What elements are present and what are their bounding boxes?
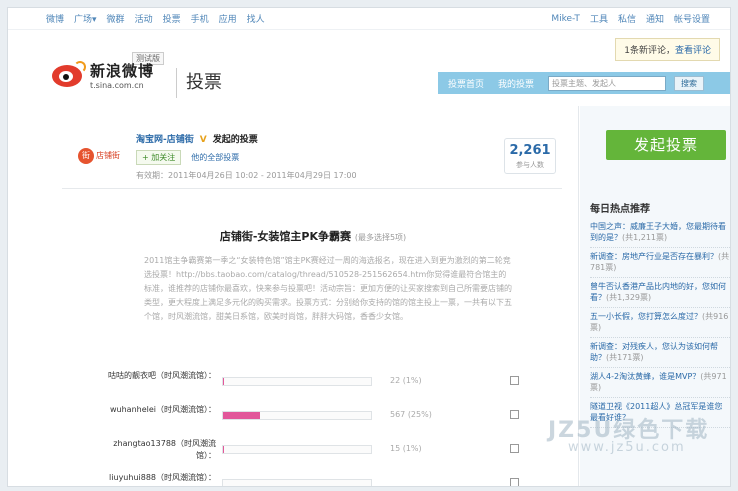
watermark-url: www.jz5u.com [568,440,686,455]
hot-item[interactable]: 湖人4-2淘汰黄蜂，谁是MVP？(共971票) [590,368,730,398]
option-bar-fill [223,412,260,419]
nav-tools[interactable]: 工具 [590,12,608,25]
nav-square[interactable]: 广场▾ [74,12,97,25]
option-checkbox[interactable] [510,444,519,453]
divider [62,188,562,189]
option-bar [222,479,372,486]
logo-domain: t.sina.com.cn [90,81,144,90]
option-checkbox[interactable] [510,410,519,419]
nav-apps[interactable]: 应用 [219,12,237,25]
weibo-eye-icon [52,61,86,89]
nav-messages[interactable]: 私信 [618,12,636,25]
poll-period: 有效期：2011年04月26日 10:02 - 2011年04月29日 17:0… [136,171,357,180]
hot-item-title[interactable]: 湖人4-2淘汰黄蜂，谁是MVP？ [590,372,700,381]
poll-title-limit: (最多选择5项) [354,233,407,242]
nav-groups[interactable]: 微群 [107,12,125,25]
my-polls-link[interactable]: 我的投票 [498,77,534,90]
hot-item-count: (共1,211票) [622,233,668,242]
hot-item[interactable]: 新调查：对残疾人，您认为该如何帮助？(共171票) [590,338,730,368]
user-name-link[interactable]: Mike-T [551,14,580,24]
hot-title: 每日热点推荐 [590,204,650,215]
option-result: 22 (1%) [390,376,422,385]
option-checkbox[interactable] [510,478,519,486]
option-bar [222,377,372,386]
hot-list: 中国之声：威廉王子大婚，您最期待看到的是？(共1,211票) 新调查：房地产行业… [590,218,730,428]
poll-title: 店铺街-女装馆主PK争霸赛 (最多选择5项) [48,228,578,244]
option-label: 咕咕的靓衣吧（时风潮流馆）： [108,371,216,380]
option-label: wuhanhelei（时风潮流馆）： [109,405,216,414]
nav-find-people[interactable]: 找人 [247,12,265,25]
verified-icon: V [199,135,207,145]
option-bar [222,411,372,420]
page-title: 投票 [186,72,222,93]
nav-mobile[interactable]: 手机 [191,12,209,25]
nav-events[interactable]: 活动 [135,12,153,25]
nav-polls[interactable]: 投票 [163,12,181,25]
search-button[interactable]: 搜索 [674,75,705,91]
weibo-logo[interactable]: 新浪微博 t.sina.com.cn [52,60,154,90]
poll-option: zhangtao13788（时风潮流馆）： 15 (1%) [96,438,556,464]
poll-option: 咕咕的靓衣吧（时风潮流馆）： 22 (1%) [96,370,556,396]
option-label: zhangtao13788（时风潮流馆）： [113,439,216,460]
all-polls-link[interactable]: 他的全部投票 [191,152,239,163]
hot-item-title[interactable]: 新调查：房地产行业是否存在暴利？ [590,252,718,261]
shop-avatar[interactable]: 街 店铺街 [78,142,130,170]
shop-badge-name: 店铺街 [96,151,120,160]
header-divider [176,68,177,98]
hot-item-title[interactable]: 五一小长假，您打算怎么度过？ [590,312,702,321]
option-checkbox[interactable] [510,376,519,385]
logo-name: 新浪微博 [90,62,155,80]
poll-option: liuyuhui888（时风潮流馆）： [96,472,556,486]
nav-account-settings[interactable]: 帐号设置 [674,12,710,25]
hot-item[interactable]: 中国之声：威廉王子大婚，您最期待看到的是？(共1,211票) [590,218,730,248]
option-bar [222,445,372,454]
nav-notifications[interactable]: 通知 [646,12,664,25]
hot-item[interactable]: 五一小长假，您打算怎么度过？(共916票) [590,308,730,338]
hot-item-count: (共1,329票) [606,293,652,302]
hot-item[interactable]: 曾牛否认香港产品比内地的好，您如何看？(共1,329票) [590,278,730,308]
participant-count-box: 2,261 参与人数 [504,138,556,174]
poll-action-text: 发起的投票 [212,135,258,145]
follow-button[interactable]: + 加关注 [136,150,182,165]
option-bar-fill [223,446,225,453]
browser-frame: 微博 广场▾ 微群 活动 投票 手机 应用 找人 Mike-T 工具 私信 通知… [8,8,730,486]
poll-option: wuhanhelei（时风潮流馆）： 567 (25%) [96,404,556,430]
option-result: 567 (25%) [390,410,432,419]
poll-info: 淘宝网-店铺街 V 发起的投票 + 加关注 他的全部投票 有效期：2011年04月2… [136,132,476,181]
nav-weibo[interactable]: 微博 [46,12,64,25]
hot-item-count: (共171票) [606,353,644,362]
poll-nav-bar: 投票首页 我的投票 投票主题、发起人 搜索 [438,72,730,94]
poll-search-input[interactable]: 投票主题、发起人 [548,75,667,91]
option-bar-fill [223,378,225,385]
poll-owner-link[interactable]: 淘宝网-店铺街 [136,135,194,145]
participant-count: 2,261 [509,143,551,158]
launch-poll-button[interactable]: 发起投票 [606,130,726,160]
poll-title-text: 店铺街-女装馆主PK争霸赛 [219,230,351,243]
hot-item[interactable]: 新调查：房地产行业是否存在暴利？(共781票) [590,248,730,278]
shop-badge-icon: 街 [78,148,94,164]
poll-description: 2011馆主争霸赛第一季之“女装特色馆”馆主PK赛经过一周的海选报名，现在进入到… [144,256,512,321]
participant-count-label: 参与人数 [516,161,544,169]
poll-home-link[interactable]: 投票首页 [448,77,484,90]
option-result: 15 (1%) [390,444,422,453]
poll-main: 街 店铺街 淘宝网-店铺街 V 发起的投票 + 加关注 他的全部投票 有效期：201… [48,112,578,486]
site-header: 测试版 新浪微博 t.sina.com.cn 投票 投票首页 我的投票 投票主题… [8,50,730,106]
top-nav: 微博 广场▾ 微群 活动 投票 手机 应用 找人 Mike-T 工具 私信 通知… [8,8,730,30]
user-nav: Mike-T 工具 私信 通知 帐号设置 [551,12,730,26]
option-label: liuyuhui888（时风潮流馆）： [109,473,216,482]
